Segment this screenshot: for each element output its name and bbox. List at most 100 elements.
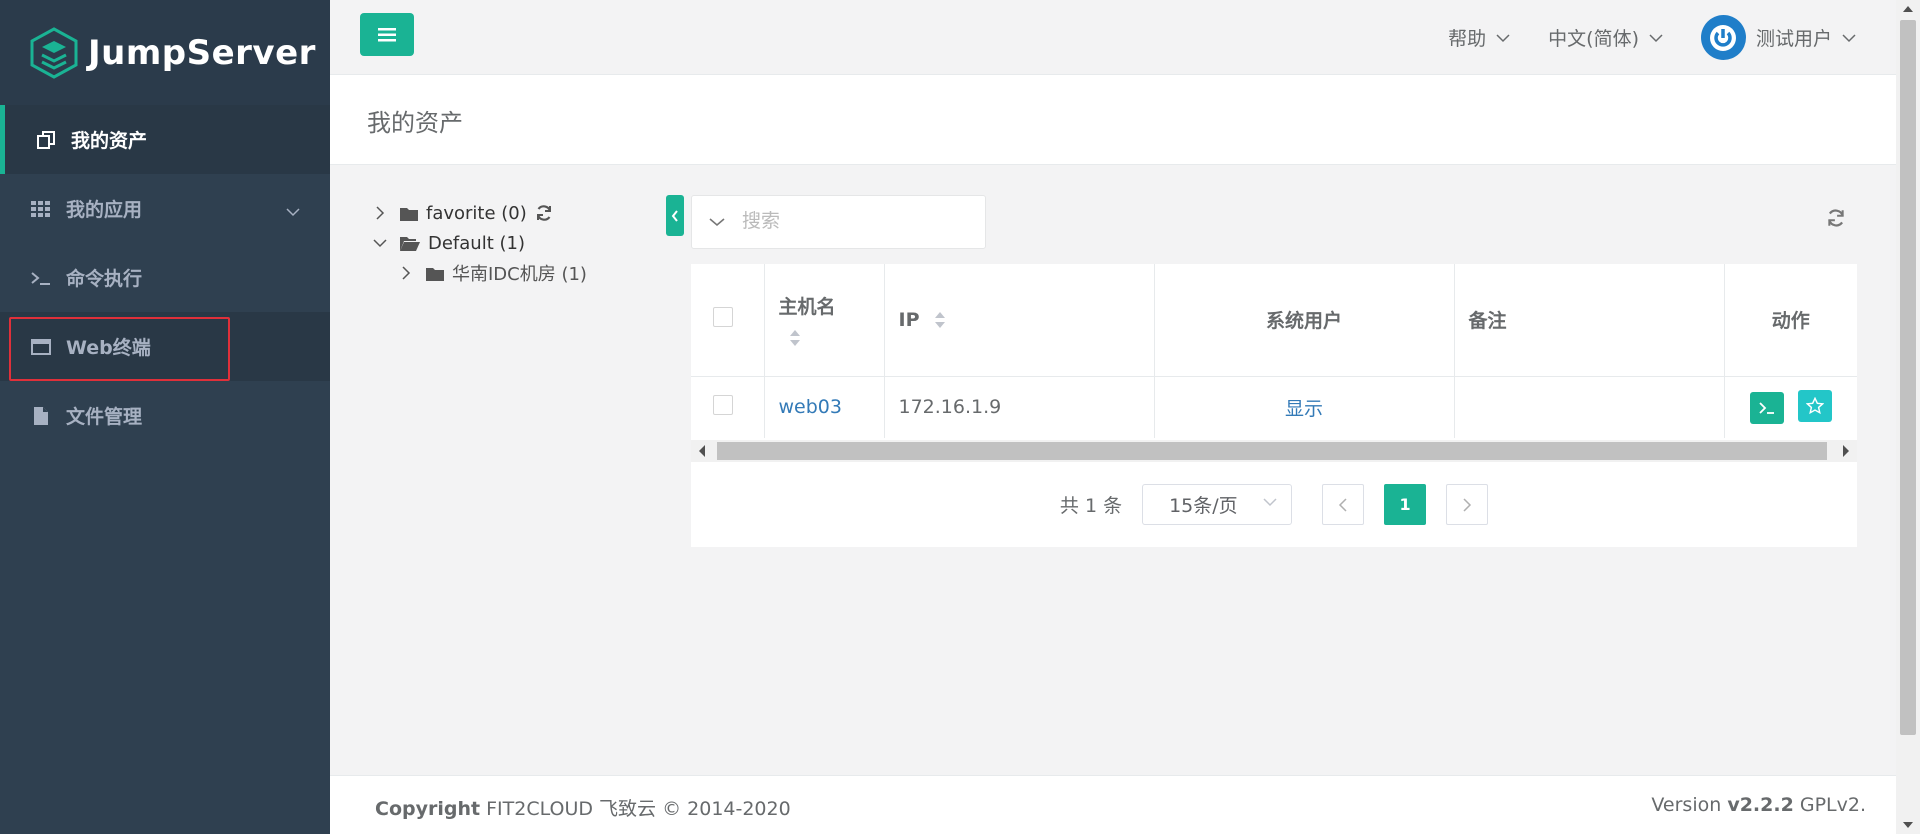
sort-icon[interactable] <box>789 329 801 347</box>
chevron-down-icon <box>1263 498 1277 507</box>
pagination: 共 1 条 15条/页 1 <box>691 462 1857 547</box>
folder-open-icon <box>400 236 420 251</box>
logo[interactable]: JumpServer <box>0 0 330 105</box>
tree-node-label: favorite (0) <box>426 202 527 224</box>
chevron-down-icon[interactable] <box>692 217 742 227</box>
sidebar-item-my-apps[interactable]: 我的应用 <box>0 174 330 243</box>
page-scroll-thumb[interactable] <box>1900 20 1916 735</box>
page-vertical-scrollbar[interactable] <box>1896 0 1920 834</box>
scroll-thumb[interactable] <box>717 442 1827 460</box>
ip-header[interactable]: IP <box>884 264 1155 377</box>
table-row: web03 172.16.1.9 显示 <box>691 376 1857 438</box>
sidebar-nav: 我的资产 我的应用 命令执行 Web终端 文件管理 <box>0 105 330 450</box>
system-user-header: 系统用户 <box>1154 264 1455 377</box>
language-dropdown[interactable]: 中文(简体) <box>1548 24 1663 51</box>
tree-node-default[interactable]: Default (1) <box>370 228 587 258</box>
refresh-icon[interactable] <box>535 204 553 222</box>
sidebar-item-my-assets[interactable]: 我的资产 <box>0 105 330 174</box>
hostname-header-label: 主机名 <box>778 296 836 319</box>
sidebar: JumpServer 我的资产 我的应用 命令执行 Web终端 文件管理 <box>0 0 330 834</box>
footer: Copyright FIT2CLOUD 飞致云 © 2014-2020 Vers… <box>330 775 1896 834</box>
terminal-icon <box>1759 402 1774 415</box>
assets-icon <box>35 129 57 151</box>
help-dropdown[interactable]: 帮助 <box>1448 24 1510 51</box>
chevron-down-icon <box>1496 33 1510 42</box>
chevron-right-icon <box>1463 497 1472 512</box>
tree-node-south-china-idc[interactable]: 华南IDC机房 (1) <box>370 258 587 288</box>
chevron-right-icon[interactable] <box>396 266 416 280</box>
logo-text: JumpServer <box>88 32 316 73</box>
asset-table-panel: 主机名 IP 系统用户 备注 动作 web03 172.16.1.9 显示 共 … <box>691 264 1857 547</box>
terminal-icon <box>30 267 52 289</box>
language-label: 中文(简体) <box>1548 28 1639 50</box>
search-input[interactable] <box>742 211 942 233</box>
page-header: 我的资产 <box>330 75 1896 165</box>
table-horizontal-scrollbar[interactable] <box>691 440 1857 462</box>
copyright-label: Copyright <box>375 798 481 820</box>
page-size-select[interactable]: 15条/页 <box>1142 484 1293 525</box>
sidebar-item-label: 我的应用 <box>66 199 143 221</box>
avatar <box>1700 15 1746 60</box>
refresh-icon[interactable] <box>1826 208 1846 232</box>
user-name: 测试用户 <box>1755 28 1832 50</box>
sidebar-item-label: 文件管理 <box>66 406 143 428</box>
row-checkbox[interactable] <box>713 394 733 415</box>
page-number-button[interactable]: 1 <box>1384 484 1427 525</box>
scroll-up-arrow-icon[interactable] <box>1903 5 1913 13</box>
show-system-user-link[interactable]: 显示 <box>1285 398 1323 420</box>
hamburger-icon <box>378 27 396 41</box>
hostname-cell: web03 <box>764 376 885 438</box>
action-header: 动作 <box>1724 264 1857 377</box>
chevron-down-icon <box>286 200 300 222</box>
license: GPLv2. <box>1799 794 1866 816</box>
total-count: 共 1 条 <box>1059 495 1123 517</box>
tree-node-label: 华南IDC机房 (1) <box>452 264 587 285</box>
tree-collapse-button[interactable] <box>666 195 684 236</box>
topbar: 帮助 中文(简体) 测试用户 <box>330 0 1896 75</box>
tree-node-favorite[interactable]: favorite (0) <box>370 198 587 228</box>
file-icon <box>30 405 52 427</box>
asset-tree: favorite (0) Default (1) 华南IDC机房 (1) <box>370 198 587 288</box>
folder-icon <box>400 206 418 221</box>
sidebar-item-file-manager[interactable]: 文件管理 <box>0 381 330 450</box>
hostname-link[interactable]: web03 <box>779 396 842 418</box>
version-label: Version <box>1651 794 1722 816</box>
topbar-right: 帮助 中文(简体) 测试用户 <box>1448 0 1856 75</box>
action-cell <box>1724 376 1857 438</box>
scroll-down-arrow-icon[interactable] <box>1903 821 1913 829</box>
chevron-right-icon[interactable] <box>370 206 390 220</box>
scroll-right-arrow-icon[interactable] <box>1842 445 1850 457</box>
version-number: v2.2.2 <box>1727 794 1794 816</box>
favorite-button[interactable] <box>1797 390 1832 423</box>
system-user-cell: 显示 <box>1154 376 1455 438</box>
search-box[interactable] <box>691 195 986 249</box>
ip-cell: 172.16.1.9 <box>884 376 1155 438</box>
footer-version: Version v2.2.2 GPLv2. <box>1651 794 1866 816</box>
row-select-cell <box>691 376 765 438</box>
chevron-down-icon[interactable] <box>370 238 390 248</box>
copyright-text: FIT2CLOUD 飞致云 © 2014-2020 <box>486 798 791 820</box>
sidebar-item-label: 我的资产 <box>71 130 148 152</box>
folder-icon <box>426 266 444 281</box>
chevron-left-icon <box>1339 497 1347 512</box>
connect-terminal-button[interactable] <box>1749 392 1784 425</box>
sort-icon[interactable] <box>934 311 946 329</box>
prev-page-button[interactable] <box>1322 484 1365 525</box>
next-page-button[interactable] <box>1446 484 1489 525</box>
hostname-header[interactable]: 主机名 <box>764 264 885 377</box>
ip-header-label: IP <box>898 308 920 331</box>
comment-cell <box>1454 376 1725 438</box>
power-icon <box>1710 24 1737 51</box>
star-icon <box>1805 397 1824 415</box>
user-dropdown[interactable]: 测试用户 <box>1700 15 1856 60</box>
page-title: 我的资产 <box>367 109 463 137</box>
tree-node-label: Default (1) <box>428 232 525 254</box>
page-size-value: 15条/页 <box>1169 495 1238 517</box>
menu-toggle-button[interactable] <box>360 13 414 56</box>
scroll-left-arrow-icon[interactable] <box>698 445 706 457</box>
table-header-row: 主机名 IP 系统用户 备注 动作 <box>691 264 1857 377</box>
select-all-header <box>691 264 765 377</box>
chevron-down-icon <box>1649 33 1663 42</box>
select-all-checkbox[interactable] <box>713 307 733 328</box>
sidebar-item-command-exec[interactable]: 命令执行 <box>0 243 330 312</box>
